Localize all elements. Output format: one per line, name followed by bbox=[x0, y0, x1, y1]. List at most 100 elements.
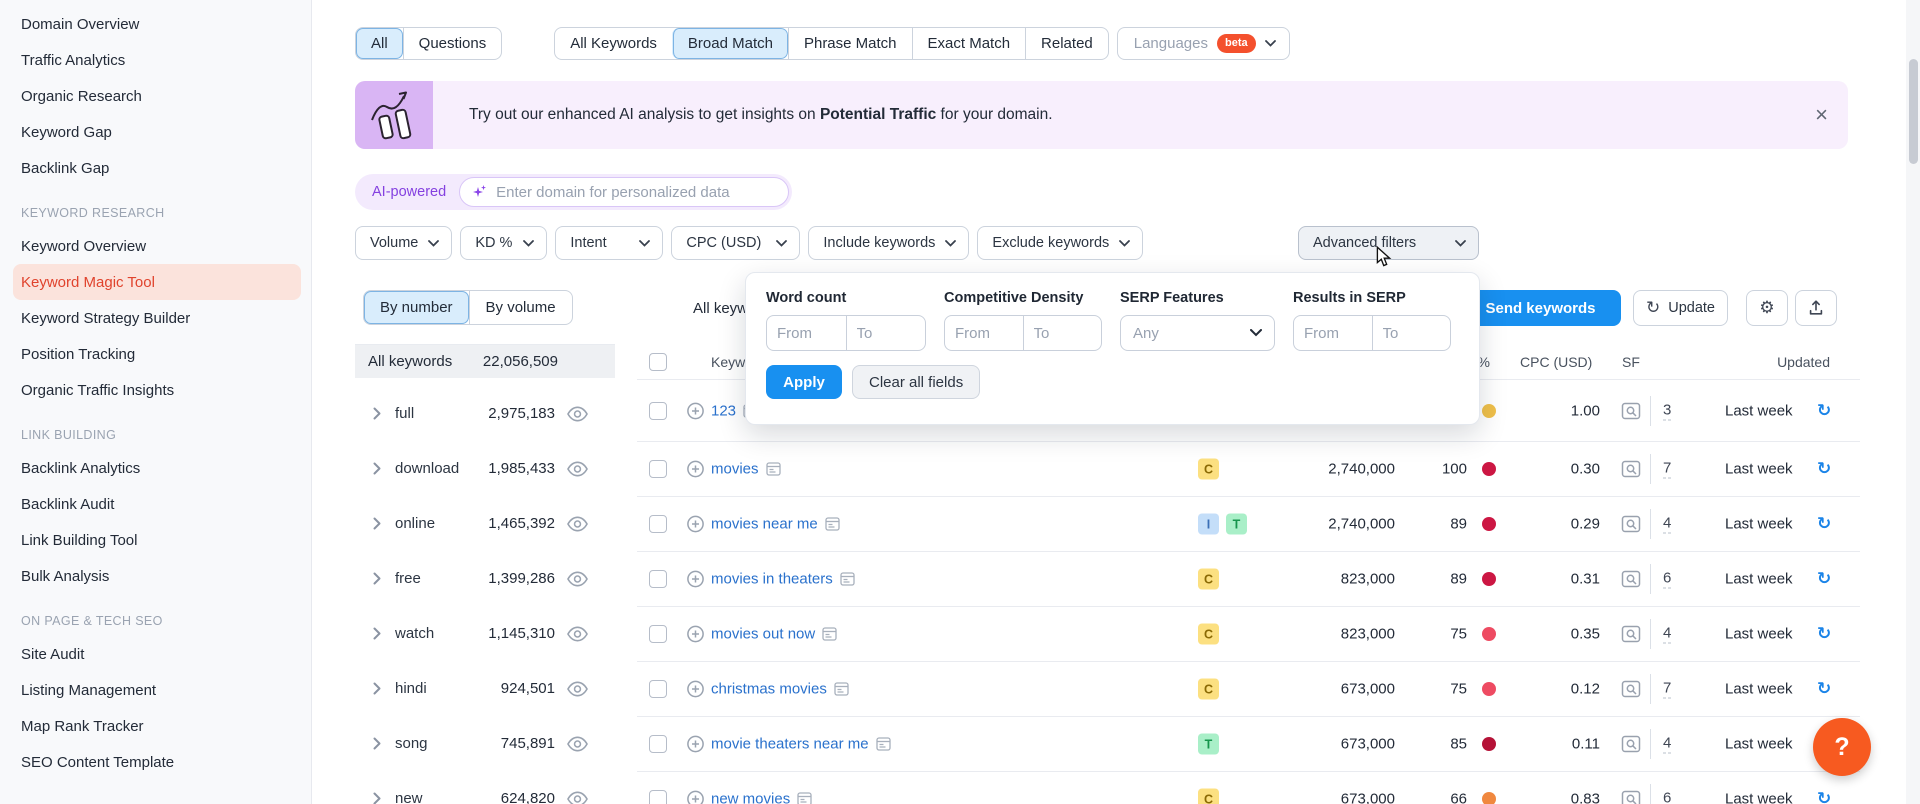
analyze-serp-icon[interactable] bbox=[1621, 460, 1641, 479]
filter-advanced[interactable]: Advanced filters bbox=[1298, 226, 1479, 260]
row-checkbox[interactable] bbox=[649, 790, 667, 804]
keyword-group-row[interactable]: full 2,975,183 bbox=[355, 386, 615, 441]
word-count-to-input[interactable] bbox=[846, 316, 926, 350]
settings-button[interactable]: ⚙ bbox=[1746, 290, 1788, 326]
sf-count[interactable]: 7 bbox=[1663, 680, 1671, 699]
keyword-link[interactable]: movies near me bbox=[711, 516, 818, 533]
sidebar-item-link-building-tool[interactable]: Link Building Tool bbox=[0, 522, 311, 558]
add-keyword-icon[interactable] bbox=[687, 402, 704, 419]
filter-cpc[interactable]: CPC (USD) bbox=[671, 226, 800, 260]
tab-all[interactable]: All bbox=[356, 28, 403, 59]
eye-icon[interactable] bbox=[567, 571, 588, 587]
keyword-group-row[interactable]: hindi 924,501 bbox=[355, 661, 615, 716]
refresh-icon[interactable]: ↻ bbox=[1817, 789, 1831, 804]
sidebar-item-keyword-overview[interactable]: Keyword Overview bbox=[0, 228, 311, 264]
keyword-group-row[interactable]: new 624,820 bbox=[355, 771, 615, 804]
sidebar-item-bulk-analysis[interactable]: Bulk Analysis bbox=[0, 558, 311, 594]
keyword-group-row[interactable]: online 1,465,392 bbox=[355, 496, 615, 551]
keyword-link[interactable]: movie theaters near me bbox=[711, 736, 869, 753]
eye-icon[interactable] bbox=[567, 681, 588, 697]
sidebar-item-backlink-analytics[interactable]: Backlink Analytics bbox=[0, 450, 311, 486]
filter-intent[interactable]: Intent bbox=[555, 226, 663, 260]
row-checkbox[interactable] bbox=[649, 570, 667, 588]
sidebar-item-site-audit[interactable]: Site Audit bbox=[0, 636, 311, 672]
sidebar-item-keyword-strategy-builder[interactable]: Keyword Strategy Builder bbox=[0, 300, 311, 336]
sidebar-item-keyword-magic-tool[interactable]: Keyword Magic Tool bbox=[13, 264, 301, 300]
add-keyword-icon[interactable] bbox=[687, 791, 704, 804]
toggle-by-volume[interactable]: By volume bbox=[469, 291, 572, 324]
keyword-link[interactable]: movies bbox=[711, 461, 759, 478]
eye-icon[interactable] bbox=[567, 791, 588, 804]
toggle-by-number[interactable]: By number bbox=[364, 291, 469, 324]
sf-count[interactable]: 6 bbox=[1663, 570, 1671, 589]
tab-questions[interactable]: Questions bbox=[403, 28, 502, 59]
serp-features-select[interactable]: Any bbox=[1120, 315, 1275, 351]
column-header-cpc[interactable]: CPC (USD) bbox=[1520, 354, 1592, 370]
sidebar-item-map-rank-tracker[interactable]: Map Rank Tracker bbox=[0, 708, 311, 744]
chevron-right-icon[interactable] bbox=[373, 517, 387, 530]
chevron-right-icon[interactable] bbox=[373, 407, 387, 420]
add-keyword-icon[interactable] bbox=[687, 681, 704, 698]
sf-count[interactable]: 3 bbox=[1663, 401, 1671, 420]
sf-count[interactable]: 6 bbox=[1663, 790, 1671, 804]
competitive-density-to-input[interactable] bbox=[1023, 316, 1102, 350]
chevron-right-icon[interactable] bbox=[373, 627, 387, 640]
keyword-link[interactable]: christmas movies bbox=[711, 681, 827, 698]
sf-count[interactable]: 4 bbox=[1663, 625, 1671, 644]
close-icon[interactable]: × bbox=[1815, 104, 1828, 126]
sidebar-item-traffic-analytics[interactable]: Traffic Analytics bbox=[0, 42, 311, 78]
filter-include-keywords[interactable]: Include keywords bbox=[808, 226, 969, 260]
sidebar-item-organic-traffic-insights[interactable]: Organic Traffic Insights bbox=[0, 372, 311, 408]
add-keyword-icon[interactable] bbox=[687, 626, 704, 643]
add-keyword-icon[interactable] bbox=[687, 571, 704, 588]
chevron-right-icon[interactable] bbox=[373, 792, 387, 804]
chevron-right-icon[interactable] bbox=[373, 572, 387, 585]
refresh-icon[interactable]: ↻ bbox=[1817, 459, 1831, 479]
serp-features-icon[interactable] bbox=[834, 682, 849, 697]
domain-input[interactable] bbox=[496, 184, 776, 201]
analyze-serp-icon[interactable] bbox=[1621, 570, 1641, 589]
eye-icon[interactable] bbox=[567, 461, 588, 477]
sidebar-item-seo-content-template[interactable]: SEO Content Template bbox=[0, 744, 311, 780]
keyword-group-row[interactable]: watch 1,145,310 bbox=[355, 606, 615, 661]
row-checkbox[interactable] bbox=[649, 680, 667, 698]
export-button[interactable] bbox=[1795, 290, 1837, 326]
serp-features-icon[interactable] bbox=[840, 572, 855, 587]
serp-features-icon[interactable] bbox=[797, 792, 812, 804]
sidebar-item-keyword-gap[interactable]: Keyword Gap bbox=[0, 114, 311, 150]
sidebar-item-backlink-audit[interactable]: Backlink Audit bbox=[0, 486, 311, 522]
chevron-right-icon[interactable] bbox=[373, 737, 387, 750]
keyword-group-row[interactable]: download 1,985,433 bbox=[355, 441, 615, 496]
serp-features-icon[interactable] bbox=[766, 462, 781, 477]
refresh-icon[interactable]: ↻ bbox=[1817, 401, 1831, 421]
update-button[interactable]: ↻ Update bbox=[1633, 290, 1728, 326]
analyze-serp-icon[interactable] bbox=[1621, 790, 1641, 804]
keyword-group-row[interactable]: free 1,399,286 bbox=[355, 551, 615, 606]
column-header-sf[interactable]: SF bbox=[1622, 354, 1640, 370]
sidebar-item-listing-management[interactable]: Listing Management bbox=[0, 672, 311, 708]
refresh-icon[interactable]: ↻ bbox=[1817, 514, 1831, 534]
help-button[interactable]: ? bbox=[1813, 718, 1871, 776]
column-header-updated[interactable]: Updated bbox=[1730, 354, 1830, 370]
results-from-input[interactable] bbox=[1294, 316, 1372, 350]
eye-icon[interactable] bbox=[567, 406, 588, 422]
filter-exclude-keywords[interactable]: Exclude keywords bbox=[977, 226, 1143, 260]
sf-count[interactable]: 7 bbox=[1663, 460, 1671, 479]
serp-features-icon[interactable] bbox=[822, 627, 837, 642]
sidebar-item-domain-overview[interactable]: Domain Overview bbox=[0, 6, 311, 42]
tab-phrase-match[interactable]: Phrase Match bbox=[788, 28, 912, 59]
add-keyword-icon[interactable] bbox=[687, 461, 704, 478]
keyword-group-row[interactable]: song 745,891 bbox=[355, 716, 615, 771]
analyze-serp-icon[interactable] bbox=[1621, 401, 1641, 420]
serp-features-icon[interactable] bbox=[876, 737, 891, 752]
sf-count[interactable]: 4 bbox=[1663, 735, 1671, 754]
select-all-checkbox[interactable] bbox=[649, 353, 667, 371]
sidebar-item-organic-research[interactable]: Organic Research bbox=[0, 78, 311, 114]
refresh-icon[interactable]: ↻ bbox=[1817, 679, 1831, 699]
keyword-link[interactable]: movies out now bbox=[711, 626, 815, 643]
tab-related[interactable]: Related bbox=[1025, 28, 1108, 59]
tab-all-keywords[interactable]: All Keywords bbox=[555, 28, 672, 59]
analyze-serp-icon[interactable] bbox=[1621, 680, 1641, 699]
row-checkbox[interactable] bbox=[649, 460, 667, 478]
row-checkbox[interactable] bbox=[649, 735, 667, 753]
